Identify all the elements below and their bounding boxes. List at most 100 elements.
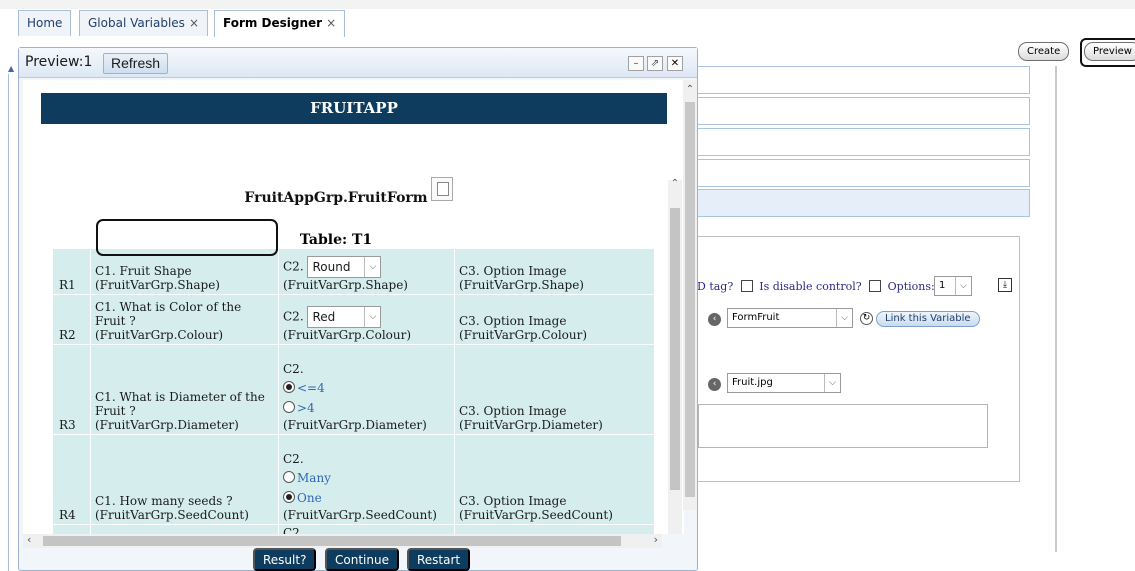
popout-icon[interactable]: ⇗ xyxy=(647,56,663,71)
answer-prefix: C2. xyxy=(283,309,304,324)
tab-form-designer-label: Form Designer xyxy=(223,16,323,30)
image-select[interactable]: Fruit.jpg ⌵ xyxy=(727,373,841,393)
close-icon[interactable]: ✕ xyxy=(667,56,683,71)
tab-home-label: Home xyxy=(27,16,63,30)
question-text: C1. What is Color of the Fruit ? xyxy=(95,300,242,328)
scroll-left-icon[interactable]: ‹ xyxy=(27,533,31,546)
close-icon[interactable]: × xyxy=(189,16,199,30)
image-text: C3. Option Image xyxy=(459,404,567,418)
result-button[interactable]: Result? xyxy=(253,548,317,571)
options-value: 1 xyxy=(939,280,946,291)
answer-prefix: C2. xyxy=(283,259,304,274)
radio-checked-icon[interactable] xyxy=(283,491,295,503)
radio-unchecked-icon[interactable] xyxy=(283,401,295,413)
preview-window: Preview:1 Refresh – ⇗ ✕ FRUITAPP FruitAp… xyxy=(18,47,698,571)
image-cell: C3. Option Image (FruitVarGrp.Shape) xyxy=(454,248,655,295)
radio-label: <=4 xyxy=(297,381,325,395)
radio-option[interactable]: Many xyxy=(283,466,450,488)
image-text: C3. Option Image xyxy=(459,314,567,328)
refresh-button[interactable]: Refresh xyxy=(103,53,169,74)
create-button[interactable]: Create xyxy=(1018,42,1070,61)
designer-field-row[interactable] xyxy=(690,97,1030,125)
variable-value: FormFruit xyxy=(732,312,780,323)
preview-title: Preview:1 xyxy=(25,54,93,70)
preview-body: FRUITAPP FruitAppGrp.FruitForm Table: T1… xyxy=(23,80,684,534)
image-variable: (FruitVarGrp.Colour) xyxy=(459,328,588,342)
tab-bar: Home Global Variables × Form Designer × xyxy=(0,0,1135,37)
property-flags: D tag? Is disable control? Options: xyxy=(697,280,935,293)
tab-home[interactable]: Home xyxy=(18,10,72,36)
image-value: Fruit.jpg xyxy=(732,377,773,388)
scrollbar-thumb[interactable] xyxy=(43,536,621,546)
question-highlight xyxy=(96,219,278,256)
question-cell: C1. How many seeds ? (FruitVarGrp.SeedCo… xyxy=(90,434,279,525)
designer-field-row[interactable] xyxy=(690,128,1030,156)
previous-icon[interactable]: ‹ xyxy=(708,313,721,326)
id-tag-checkbox[interactable] xyxy=(740,280,753,292)
tab-form-designer[interactable]: Form Designer × xyxy=(214,10,346,37)
image-variable: (FruitVarGrp.Shape) xyxy=(459,278,584,292)
answer-prefix: C2. xyxy=(283,362,304,376)
preview-button-highlight xyxy=(1080,38,1135,67)
table-horizontal-scrollbar[interactable]: ‹ › xyxy=(23,533,662,548)
image-variable: (FruitVarGrp.SeedCount) xyxy=(459,508,613,522)
designer-field-row-selected[interactable] xyxy=(690,189,1030,217)
previous-icon[interactable]: ‹ xyxy=(708,378,721,391)
question-text: C1. What is Diameter of the Fruit ? xyxy=(95,390,265,418)
app-header: FRUITAPP xyxy=(41,93,667,124)
question-cell: C1. What is Color of the Fruit ? (FruitV… xyxy=(90,294,279,345)
answer-cell: C2. xyxy=(278,524,455,534)
tab-global-variables[interactable]: Global Variables × xyxy=(79,10,208,36)
image-cell xyxy=(454,524,655,534)
question-text: C1. How many seeds ? xyxy=(95,494,233,508)
designer-field-row[interactable] xyxy=(690,159,1030,187)
scroll-up-icon[interactable]: ⌃ xyxy=(668,178,682,189)
radio-checked-icon[interactable] xyxy=(283,381,295,393)
answer-cell: C2. <=4 >4 (FruitVarGrp.Diameter) xyxy=(278,344,455,435)
chevron-down-icon: ⌵ xyxy=(364,307,380,327)
preview-titlebar[interactable]: Preview:1 Refresh – ⇗ ✕ xyxy=(19,48,697,78)
refresh-icon[interactable]: ↻ xyxy=(860,312,873,325)
radio-option[interactable]: <=4 xyxy=(283,376,450,398)
answer-cell: C2. Many One (FruitVarGrp.SeedCount) xyxy=(278,434,455,525)
image-icon[interactable] xyxy=(431,177,453,201)
close-icon[interactable]: × xyxy=(326,16,336,30)
radio-unchecked-icon[interactable] xyxy=(283,471,295,483)
options-select[interactable]: 1 ⌵ xyxy=(934,276,972,296)
download-icon[interactable]: ⤓ xyxy=(998,278,1012,292)
preview-vertical-scrollbar[interactable]: ⌃ xyxy=(683,80,697,510)
question-variable: (FruitVarGrp.SeedCount) xyxy=(95,508,249,522)
radio-label: One xyxy=(297,491,322,505)
minimize-icon[interactable]: – xyxy=(628,56,644,71)
image-text: C3. Option Image xyxy=(459,264,567,278)
designer-field-row[interactable] xyxy=(690,66,1030,94)
radio-option[interactable]: One xyxy=(283,488,450,508)
colour-select-value: Red xyxy=(312,310,336,324)
image-cell: C3. Option Image (FruitVarGrp.SeedCount) xyxy=(454,434,655,525)
table-vertical-scrollbar[interactable]: ⌃ ⌄ xyxy=(668,178,682,534)
id-tag-label: D tag? xyxy=(697,280,734,293)
shape-select[interactable]: Round ⌵ xyxy=(307,256,382,278)
shape-select-value: Round xyxy=(312,260,351,274)
row-header: R1 xyxy=(52,248,91,295)
radio-option[interactable]: >4 xyxy=(283,398,450,418)
scroll-up-icon[interactable]: ⌃ xyxy=(683,84,697,95)
scrollbar-thumb[interactable] xyxy=(670,208,680,490)
image-cell: C3. Option Image (FruitVarGrp.Diameter) xyxy=(454,344,655,435)
disable-control-checkbox[interactable] xyxy=(869,280,882,292)
chevron-down-icon: ⌵ xyxy=(364,257,380,277)
row-header: R4 xyxy=(52,434,91,525)
colour-select[interactable]: Red ⌵ xyxy=(307,306,382,328)
scroll-right-icon[interactable]: › xyxy=(654,533,658,546)
table-row: R3 C1. What is Diameter of the Fruit ? (… xyxy=(52,344,655,435)
description-textarea[interactable] xyxy=(698,404,988,448)
continue-button[interactable]: Continue xyxy=(325,548,399,571)
variable-select[interactable]: FormFruit ⌵ xyxy=(727,308,853,328)
restart-button[interactable]: Restart xyxy=(407,548,471,571)
scrollbar-thumb[interactable] xyxy=(685,102,695,497)
table-row: R2 C1. What is Color of the Fruit ? (Fru… xyxy=(52,294,655,345)
link-variable-button[interactable]: Link this Variable xyxy=(876,311,980,327)
answer-cell: C2. Red ⌵ (FruitVarGrp.Colour) xyxy=(278,294,455,345)
radio-label: Many xyxy=(297,471,331,485)
answer-variable: (FruitVarGrp.Diameter) xyxy=(283,418,427,432)
